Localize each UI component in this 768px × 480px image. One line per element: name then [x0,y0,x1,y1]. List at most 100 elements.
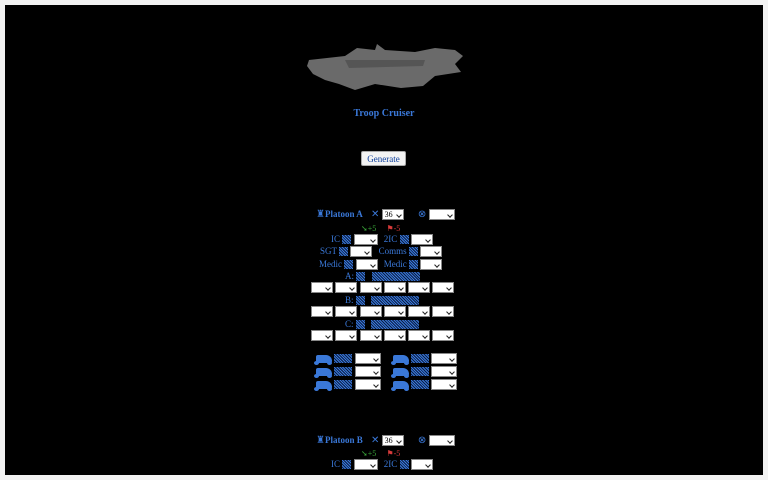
squad-c-label: C: [345,319,354,329]
app-canvas: Troop Cruiser Generate ♜Platoon A ✕ 36 ⊗… [5,5,763,475]
target-icon: ⊗ [417,209,427,220]
comms-select[interactable] [420,246,443,258]
squad-a-select-4[interactable] [383,282,406,294]
vehicle-icon [314,367,332,378]
ic-icon [342,460,352,470]
squad-c-select-4[interactable] [383,330,406,342]
ship-image [307,44,463,90]
2ic-label: 2IC [383,234,398,244]
squad-a-select-3[interactable] [359,282,382,294]
vehicle-select-6[interactable] [431,379,458,391]
ic-label: IC [331,234,340,244]
vehicle-crew-icon [411,367,429,377]
vehicle-crew-icon [334,367,353,377]
vehicle-select-4[interactable] [431,366,458,378]
sgt-icon [339,247,349,257]
medic-icon-2 [409,260,418,270]
medic-select-1[interactable] [355,259,378,271]
platoon-target-select[interactable] [428,209,455,221]
squad-b-icon [355,296,365,306]
up-arrow-icon: ➘ [361,449,368,458]
platoon-header: ♜Platoon A ✕ 36 ⊗ [316,209,455,221]
vehicle-row-3 [314,379,458,391]
vehicle-icon [390,380,409,391]
ship-name: Troop Cruiser [353,108,415,119]
squad-b-banner [371,296,420,306]
squad-b-select-4[interactable] [383,306,406,318]
role-row-medic: Medic Medic [319,259,443,271]
modifier-plus: +5 [367,449,377,458]
up-arrow-icon: ➘ [361,224,368,233]
medic-label-2: Medic [383,259,407,269]
modifier-minus: -5 [393,449,401,458]
squad-c-banner [371,320,420,330]
vehicle-row-1 [314,353,458,365]
squad-b-select-2[interactable] [335,306,358,318]
vehicle-icon [390,354,409,365]
target-icon: ⊗ [417,435,427,446]
squad-a-banner [371,272,420,282]
medic-label-1: Medic [319,259,342,269]
squad-b-selects [311,306,455,318]
platoon-size-select[interactable]: 36 [381,209,404,221]
2ic-icon [399,460,409,470]
squad-a-icon [356,272,366,282]
flag-icon: ⚑ [386,449,394,458]
medic-icon-1 [344,260,354,270]
vehicle-crew-icon [334,354,353,364]
vehicle-crew-icon [411,354,429,364]
swords-icon: ✕ [370,435,380,446]
squad-a-select-1[interactable] [311,282,333,294]
squad-c-select-5[interactable] [408,330,430,342]
vehicle-crew-icon [411,380,429,390]
squad-a-selects [311,282,455,294]
vehicle-icon [390,367,409,378]
generate-button[interactable]: Generate [361,151,406,166]
platoon-name: Platoon A [324,209,363,219]
squad-c-selects [311,330,455,342]
2ic-icon [399,235,409,245]
platoon-target-select[interactable] [428,435,455,447]
role-row-ic: IC 2IC [331,234,433,246]
squad-c-select-3[interactable] [359,330,382,342]
squad-b-select-5[interactable] [408,306,430,318]
2ic-select[interactable] [410,459,433,471]
castle-icon: ♜ [316,435,325,446]
sgt-select[interactable] [350,246,373,258]
castle-icon: ♜ [316,209,325,220]
role-row-sgt: SGT Comms [320,246,443,258]
squad-b-select-6[interactable] [432,306,455,318]
modifier-plus: +5 [367,224,377,233]
squad-a-select-6[interactable] [432,282,455,294]
2ic-select[interactable] [410,234,433,246]
vehicle-select-2[interactable] [431,353,458,365]
squad-c-select-6[interactable] [432,330,455,342]
squad-c-icon [355,320,365,330]
vehicle-icon [314,380,332,391]
swords-icon: ✕ [370,209,380,220]
squad-c-select-2[interactable] [335,330,358,342]
squad-a-select-2[interactable] [335,282,358,294]
vehicle-select-3[interactable] [354,366,381,378]
squad-a-label: A: [345,271,354,281]
medic-select-2[interactable] [420,259,443,271]
platoon-size-select[interactable]: 36 [381,435,404,447]
squad-b-select-1[interactable] [311,306,333,318]
ic-select[interactable] [353,459,378,471]
squad-b-select-3[interactable] [359,306,382,318]
platoon-header: ♜Platoon B ✕ 36 ⊗ [316,435,455,447]
modifier-minus: -5 [393,224,401,233]
squad-c-select-1[interactable] [311,330,333,342]
comms-label: Comms [378,246,407,256]
ic-select[interactable] [353,234,378,246]
squad-a-select-5[interactable] [408,282,430,294]
vehicle-row-2 [314,366,458,378]
role-row-ic: IC 2IC [331,459,433,471]
vehicle-crew-icon [334,380,353,390]
vehicle-select-1[interactable] [354,353,381,365]
flag-icon: ⚑ [386,224,394,233]
vehicle-icon [314,354,332,365]
ic-icon [342,235,352,245]
sgt-label: SGT [320,246,337,256]
vehicle-select-5[interactable] [354,379,381,391]
